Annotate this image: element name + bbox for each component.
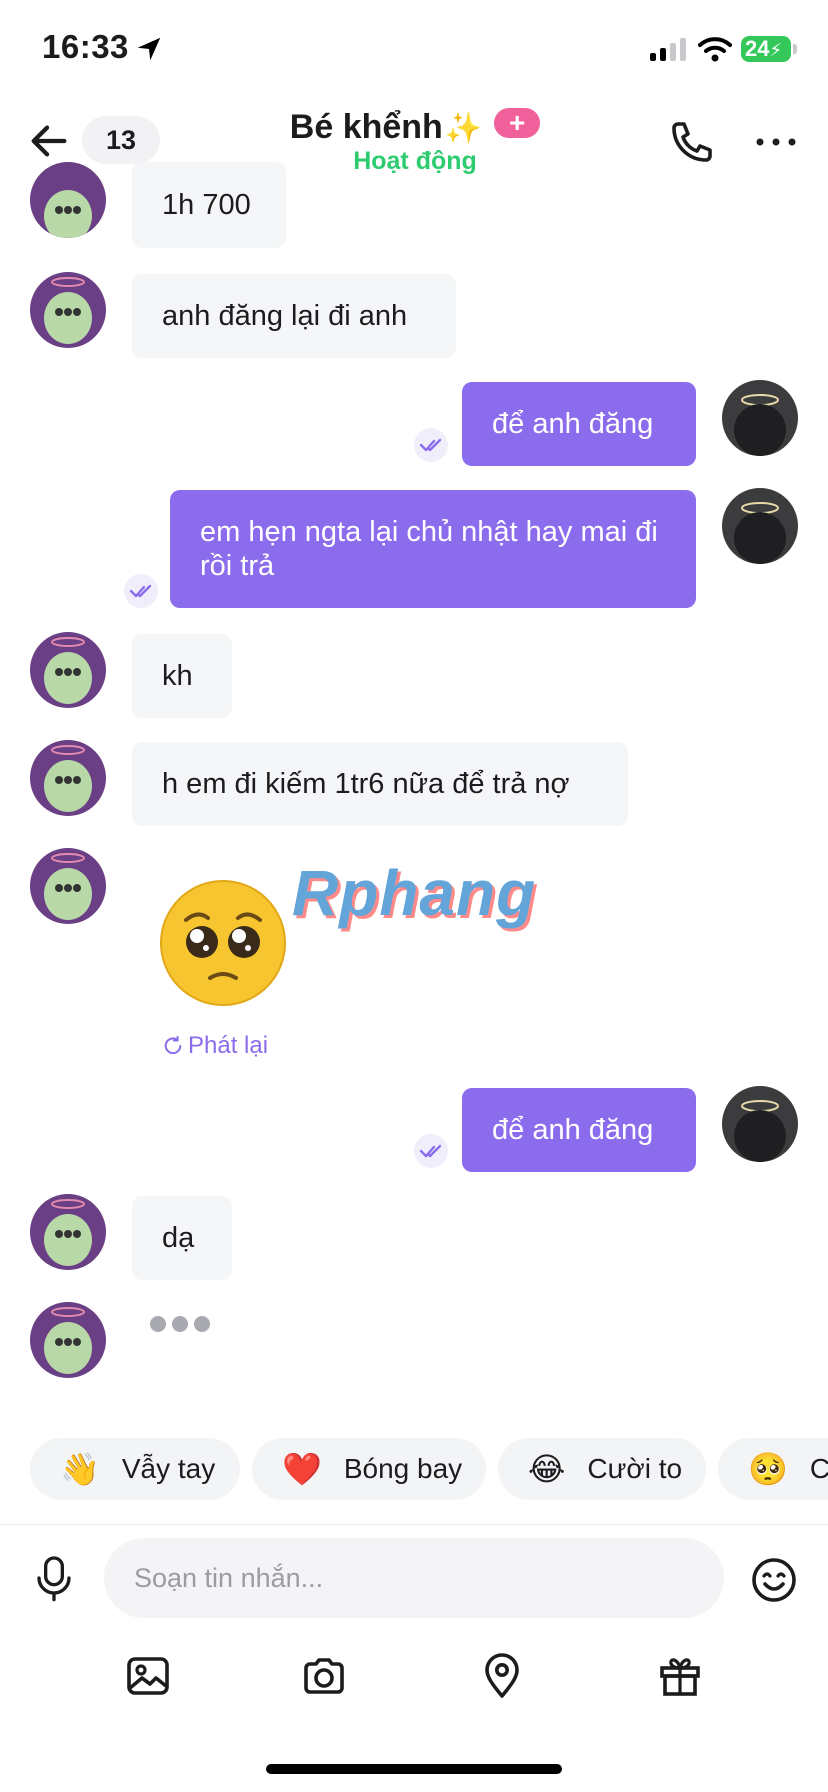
image-icon[interactable] — [124, 1652, 172, 1700]
heart-icon: ❤️ — [282, 1451, 322, 1487]
back-arrow-icon[interactable] — [26, 118, 72, 164]
location-pin-icon[interactable] — [478, 1652, 526, 1700]
pleading-icon: 🥺 — [748, 1451, 788, 1487]
gift-icon[interactable] — [656, 1652, 704, 1700]
laughing-icon: 😂 — [528, 1451, 566, 1487]
message-bubble-incoming[interactable]: dạ — [132, 1196, 232, 1280]
message-bubble-outgoing[interactable]: để anh đăng — [462, 1088, 696, 1172]
message-bubble-incoming[interactable]: anh đăng lại đi anh — [132, 274, 456, 358]
phone-icon[interactable] — [668, 118, 716, 166]
reaction-chip-laugh[interactable]: 😂 Cười to — [498, 1438, 706, 1500]
wave-icon: 👋 — [60, 1451, 100, 1487]
contact-avatar[interactable] — [30, 1194, 106, 1270]
reaction-label: Vẫy tay — [121, 1453, 216, 1484]
quick-reactions-bar: 👋 Vẫy tay ❤️ Bóng bay 😂 Cười to 🥺 C — [0, 1438, 828, 1502]
refresh-icon — [164, 1035, 182, 1055]
composer-divider — [0, 1524, 828, 1525]
message-bubble-outgoing[interactable]: để anh đăng — [462, 382, 696, 466]
my-avatar[interactable] — [722, 1086, 798, 1162]
replay-button[interactable]: Phát lại — [162, 1032, 268, 1060]
message-input[interactable]: Soạn tin nhắn... — [104, 1538, 724, 1618]
reaction-chip-wave[interactable]: 👋 Vẫy tay — [30, 1438, 240, 1500]
cellular-signal-icon — [650, 38, 686, 61]
message-bubble-incoming[interactable]: h em đi kiếm 1tr6 nữa để trả nợ — [132, 742, 628, 826]
emoji-icon[interactable] — [750, 1556, 798, 1604]
battery-tip — [793, 44, 797, 54]
message-bubble-outgoing[interactable]: em hẹn ngta lại chủ nhật hay mai đi rồi … — [170, 490, 696, 608]
replay-label: Phát lại — [188, 1032, 269, 1059]
watermark-logo: Rphang — [292, 857, 537, 929]
status-bar: 16:33 24⚡ — [0, 0, 828, 100]
contact-avatar[interactable] — [30, 272, 106, 348]
wifi-icon — [698, 37, 732, 62]
reaction-label: Bóng bay — [343, 1453, 463, 1484]
pleading-face-sticker[interactable] — [158, 878, 288, 1008]
unread-count-badge[interactable]: 13 — [82, 116, 160, 164]
contact-avatar[interactable] — [30, 848, 106, 924]
contact-avatar[interactable] — [30, 632, 106, 708]
chat-header: 13 Bé khểnh✨ + Hoạt động — [0, 100, 828, 182]
my-avatar[interactable] — [722, 380, 798, 456]
contact-name: Bé khểnh — [289, 108, 443, 146]
status-time: 16:33 — [42, 28, 129, 65]
reaction-label: C — [809, 1453, 828, 1484]
message-bubble-incoming[interactable]: kh — [132, 634, 232, 718]
camera-icon[interactable] — [300, 1652, 348, 1700]
contact-avatar[interactable] — [30, 162, 106, 238]
typing-indicator — [150, 1316, 210, 1332]
reaction-chip-heart[interactable]: ❤️ Bóng bay — [252, 1438, 486, 1500]
home-indicator — [266, 1764, 562, 1774]
contact-avatar[interactable] — [30, 1302, 106, 1378]
message-bubble-incoming[interactable]: 1h 700 — [132, 162, 286, 248]
charging-icon: ⚡ — [769, 40, 783, 60]
battery-indicator: 24⚡ — [741, 36, 791, 62]
seen-check-icon — [414, 428, 448, 462]
my-avatar[interactable] — [722, 488, 798, 564]
contact-avatar[interactable] — [30, 740, 106, 816]
battery-level: 24 — [745, 36, 770, 61]
plus-badge[interactable]: + — [494, 108, 541, 138]
more-options-icon[interactable] — [752, 122, 800, 162]
reaction-chip-pleading[interactable]: 🥺 C — [718, 1438, 828, 1500]
seen-check-icon — [414, 1134, 448, 1168]
sparkle-icon: ✨ — [444, 112, 483, 145]
attachment-toolbar — [0, 1652, 828, 1708]
location-arrow-icon — [137, 37, 161, 61]
seen-check-icon — [124, 574, 158, 608]
reaction-label: Cười to — [587, 1453, 683, 1484]
microphone-icon[interactable] — [34, 1554, 74, 1602]
